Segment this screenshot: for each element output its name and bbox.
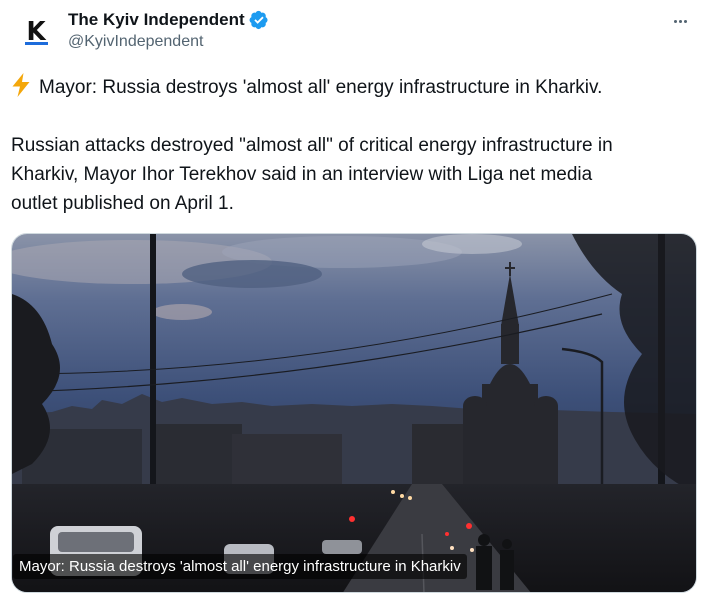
author-names: The Kyiv Independent @KyivIndependent [68,9,269,51]
handle[interactable]: @KyivIndependent [68,33,269,51]
headline-text: Mayor: Russia destroys 'almost all' ener… [39,77,603,98]
media-caption: Mayor: Russia destroys 'almost all' ener… [13,554,467,579]
avatar-underline [25,42,48,45]
more-horizontal-icon[interactable] [667,10,693,32]
tweet-header: K The Kyiv Independent @KyivIndependent [12,6,697,60]
display-name[interactable]: The Kyiv Independent [68,10,245,30]
kharkiv-dusk-photo [12,234,696,592]
lightning-icon [11,73,31,97]
body-line: Kharkiv, Mayor Ihor Terekhov said in an … [11,164,593,185]
body-line: Russian attacks destroyed "almost all" o… [11,135,613,156]
body-line: outlet published on April 1. [11,193,234,214]
verified-badge-icon[interactable] [249,10,269,30]
tweet-text: Mayor: Russia destroys 'almost all' ener… [11,73,701,218]
avatar[interactable]: K [16,14,56,54]
headline-line: Mayor: Russia destroys 'almost all' ener… [11,73,701,102]
tweet-photo[interactable] [11,233,697,593]
